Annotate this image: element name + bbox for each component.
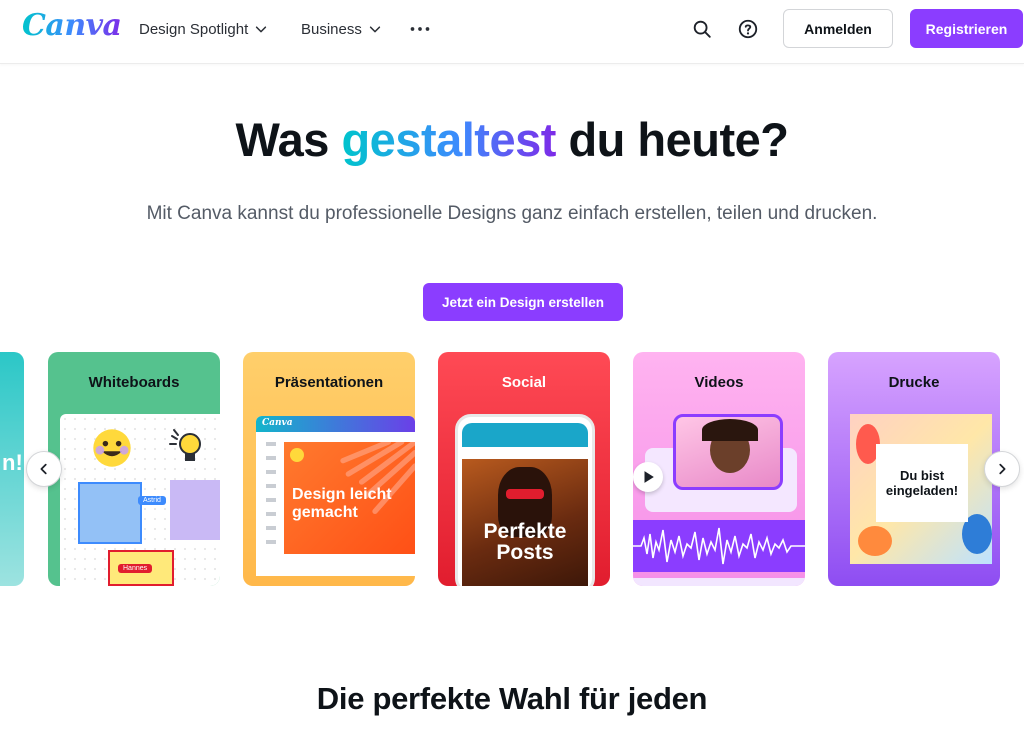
chevron-down-icon <box>369 26 381 33</box>
sticky-note-blue <box>78 482 142 544</box>
chevron-down-icon <box>256 26 267 33</box>
social-post-image: Perfekte Posts <box>462 459 588 586</box>
nav-business[interactable]: Business <box>301 18 382 40</box>
hero-title: Was gestaltest du heute? <box>0 112 1024 167</box>
presentation-slide: Design leicht gemacht <box>284 442 415 554</box>
register-button[interactable]: Registrieren <box>910 9 1023 48</box>
social-post-text: Perfekte Posts <box>483 520 567 564</box>
video-play-button <box>633 462 663 492</box>
waveform-icon <box>633 527 805 565</box>
phone-preview: Perfekte Posts <box>455 414 595 586</box>
nav-business-label: Business <box>301 20 362 38</box>
presentation-sidebar <box>266 442 276 554</box>
partial-card-text: n! <box>2 450 23 475</box>
presentation-preview: Canva Design leicht gemacht <box>256 416 415 576</box>
carousel-next-button[interactable] <box>984 451 1020 487</box>
play-icon <box>644 471 654 483</box>
card-title-presentations: Präsentationen <box>274 374 384 391</box>
print-card-text: Du bist eingeladen! <box>876 444 968 522</box>
carousel-card-partial[interactable]: n! <box>0 352 24 586</box>
top-header: Canva Design Spotlight Business Anmelden… <box>0 0 1024 64</box>
login-button[interactable]: Anmelden <box>783 9 893 48</box>
carousel-card-social[interactable]: Social Perfekte Posts <box>438 352 610 586</box>
carousel-prev-button[interactable] <box>26 451 62 487</box>
print-blob-orange <box>858 526 892 556</box>
chip-astrid: Astrid <box>138 496 166 505</box>
whiteboard-preview: Astrid Hannes <box>60 414 220 586</box>
card-title-whiteboards: Whiteboards <box>88 374 180 391</box>
presentation-slide-text: Design leicht gemacht <box>292 486 392 521</box>
post-sunglasses <box>506 489 544 499</box>
audio-waveform <box>633 520 805 572</box>
video-thumbnail <box>673 414 783 490</box>
search-button[interactable] <box>688 15 716 43</box>
carousel-card-videos[interactable]: Videos <box>633 352 805 586</box>
card-title-videos: Videos <box>694 374 744 391</box>
help-button[interactable] <box>734 15 762 43</box>
presentation-brand: Canva <box>262 418 293 428</box>
lightbulb-icon <box>169 429 201 461</box>
print-preview: Du bist eingeladen! <box>850 414 992 564</box>
hero-title-highlight: gestaltest <box>341 113 556 166</box>
nav-design-spotlight[interactable]: Design Spotlight <box>139 18 268 40</box>
carousel-card-prints[interactable]: Drucke Du bist eingeladen! <box>828 352 1000 586</box>
more-menu-button[interactable] <box>408 18 432 40</box>
carousel-card-presentations[interactable]: Präsentationen Canva Design leicht gemac… <box>243 352 415 586</box>
create-design-button[interactable]: Jetzt ein Design erstellen <box>423 283 623 321</box>
nav-design-spotlight-label: Design Spotlight <box>139 20 249 38</box>
hero-subtitle: Mit Canva kannst du professionelle Desig… <box>146 203 878 224</box>
chevron-right-icon <box>999 463 1006 475</box>
sticky-note-lilac <box>170 480 220 540</box>
slide-logo-icon <box>290 448 304 462</box>
chevron-left-icon <box>40 463 47 475</box>
canva-logo[interactable]: Canva <box>22 8 122 43</box>
video-hair <box>702 419 758 441</box>
more-horizontal-icon <box>410 27 430 31</box>
emoji-smile-icon <box>93 429 131 467</box>
help-circle-icon <box>738 19 758 39</box>
chip-hannes: Hannes <box>118 564 153 573</box>
card-title-prints: Drucke <box>888 374 940 391</box>
carousel-card-whiteboards[interactable]: Whiteboards Astrid Hannes <box>48 352 220 586</box>
hero-title-end: du heute? <box>555 113 789 166</box>
card-title-social: Social <box>501 374 547 391</box>
hero-title-start: Was <box>235 113 342 166</box>
section-title: Die perfekte Wahl für jeden <box>316 681 708 716</box>
search-icon <box>693 20 711 38</box>
